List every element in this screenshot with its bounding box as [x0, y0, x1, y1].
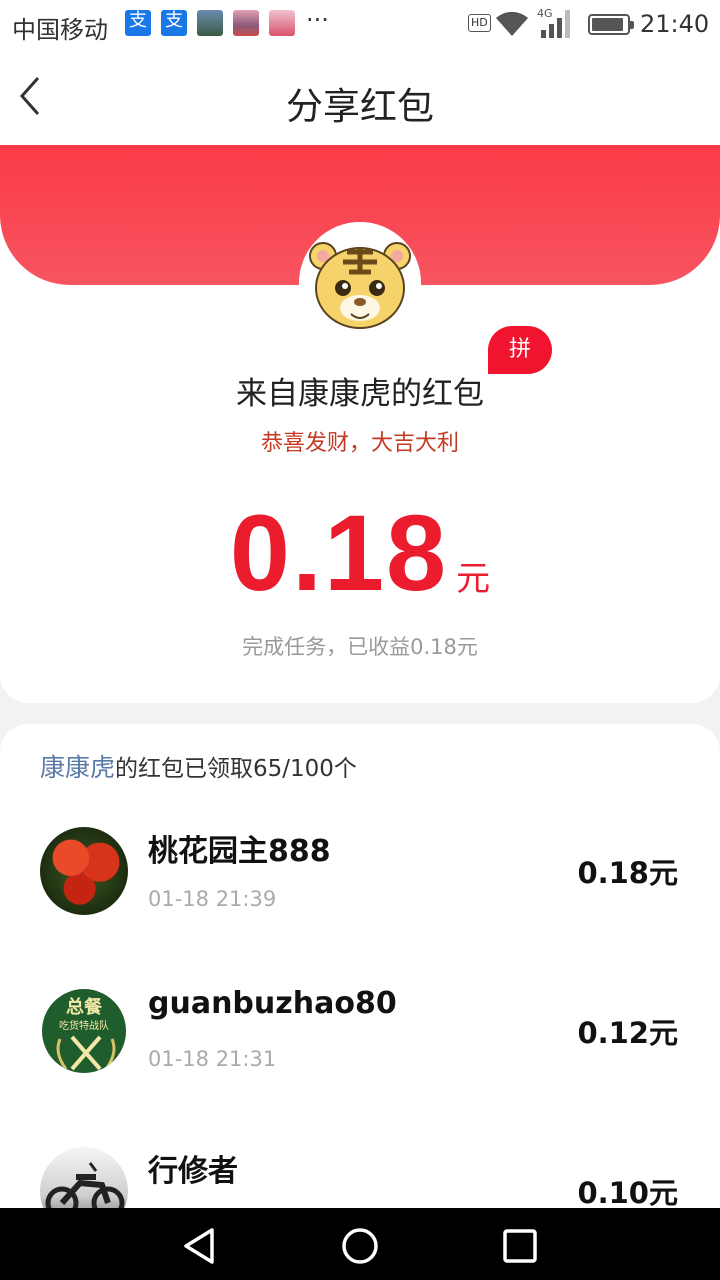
sender-avatar[interactable]: [299, 222, 421, 344]
status-bar: 中国移动 支 支 ··· HD 4G 21:40: [0, 0, 720, 50]
user-avatar: [40, 827, 128, 915]
list-item[interactable]: 总餐 吃货特战队 guanbuzhao80 01-18 21:31 0.12元: [0, 964, 720, 1124]
cellular-signal-icon: 4G: [537, 7, 570, 38]
claim-amount: 0.12元: [577, 1016, 678, 1050]
list-item[interactable]: 桃花园主888 01-18 21:39 0.18元: [0, 804, 720, 964]
claim-amount: 0.18元: [577, 856, 678, 890]
claims-list-card: 康康虎的红包已领取65/100个 桃花园主888 01-18 21:39 0.1…: [0, 724, 720, 1244]
nav-bar: 分享红包: [0, 50, 720, 145]
claims-summary: 康康虎的红包已领取65/100个: [40, 748, 357, 784]
user-name: 行修者: [148, 1154, 238, 1189]
sender-title: 来自康康虎的红包: [236, 376, 484, 412]
app-notification-icon: [269, 10, 295, 36]
blessing-text: 恭喜发财，大吉大利: [260, 431, 459, 456]
amount-value: 0.18: [229, 492, 449, 613]
alipay-notification-icon: 支: [125, 10, 151, 36]
claim-time: 01-18 21:31: [148, 1047, 277, 1071]
hd-icon: HD: [468, 14, 491, 32]
group-buy-badge: 拼: [488, 326, 552, 374]
user-name: guanbuzhao80: [148, 986, 397, 1021]
claim-time: 01-18 21:39: [148, 887, 277, 911]
photo-notification-icon: [233, 10, 259, 36]
wifi-icon: [496, 11, 528, 37]
photo-notification-icon: [197, 10, 223, 36]
system-navigation-bar: [0, 1208, 720, 1280]
amount-unit: 元: [456, 559, 491, 599]
claim-amount: 0.10元: [577, 1176, 678, 1210]
clock: 21:40: [640, 10, 710, 38]
page-title: 分享红包: [286, 85, 434, 128]
home-circle-icon[interactable]: [340, 1226, 380, 1266]
user-avatar: 总餐 吃货特战队: [40, 987, 128, 1075]
carrier-name: 中国移动: [12, 16, 108, 44]
red-packet-card: 拼 来自康康虎的红包 恭喜发财，大吉大利 0.18 元 完成任务，已收益0.18元: [0, 145, 720, 703]
owner-name-link[interactable]: 康康虎: [40, 753, 115, 782]
fork-knife-icon: [56, 1035, 116, 1071]
task-earnings-text: 完成任务，已收益0.18元: [242, 635, 478, 659]
battery-icon: [588, 14, 634, 35]
recent-apps-square-icon[interactable]: [500, 1226, 540, 1266]
alipay-notification-icon: 支: [161, 10, 187, 36]
amount-display: 0.18 元: [0, 490, 720, 615]
more-notifications-icon: ···: [306, 6, 329, 34]
user-name: 桃花园主888: [148, 834, 331, 869]
network-type-label: 4G: [537, 7, 553, 20]
back-triangle-icon[interactable]: [180, 1226, 220, 1266]
claims-count-text: 的红包已领取65/100个: [115, 756, 357, 782]
tiger-avatar-icon: [299, 222, 421, 344]
